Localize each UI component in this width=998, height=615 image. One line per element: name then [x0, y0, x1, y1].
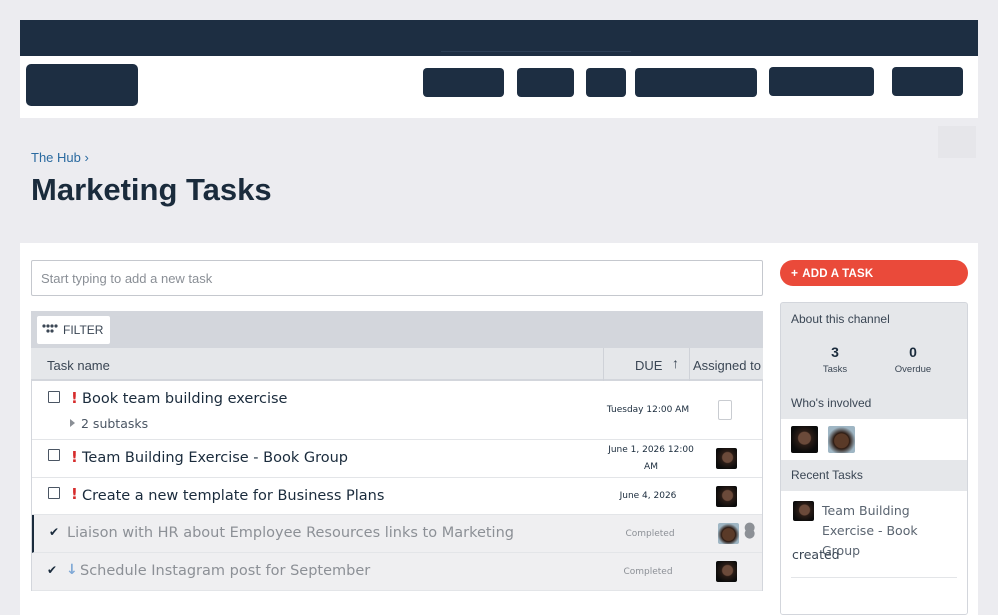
high-priority-icon: !	[71, 485, 78, 503]
nav-menu-item-3[interactable]	[586, 68, 626, 97]
completed-check-icon[interactable]: ✔	[47, 563, 57, 577]
completed-check-icon[interactable]: ✔	[49, 525, 59, 539]
column-header-task-name[interactable]: Task name	[47, 358, 110, 373]
nav-menu-item-4[interactable]	[635, 68, 757, 97]
stat-value: 3	[831, 344, 839, 360]
recent-task-action: created	[792, 547, 840, 562]
subtasks-count: 2 subtasks	[81, 416, 149, 431]
stat-overdue: 0 Overdue	[878, 344, 948, 375]
recent-tasks-title: Recent Tasks	[791, 468, 863, 482]
member-avatar[interactable]	[791, 426, 818, 453]
header-action-placeholder	[938, 126, 976, 158]
sort-arrow-up-icon: ↑	[672, 355, 679, 371]
task-row[interactable]: ! Create a new template for Business Pla…	[32, 478, 762, 515]
recent-task-avatar	[793, 501, 814, 521]
plus-icon: +	[791, 266, 799, 280]
column-header-assigned-to[interactable]: Assigned to	[693, 358, 761, 373]
member-avatar[interactable]	[828, 426, 855, 453]
stat-label: Overdue	[894, 364, 932, 375]
task-title[interactable]: Schedule Instagram post for September	[80, 563, 370, 579]
task-table-header: Task name DUE ↑ Assigned to	[31, 348, 763, 381]
recent-tasks-list: Team Building Exercise - Book Group crea…	[781, 491, 967, 614]
task-due-date: Completed	[623, 567, 673, 577]
low-priority-icon: ↓	[66, 562, 78, 578]
nav-menu-item-1[interactable]	[423, 68, 504, 97]
assignee-avatar[interactable]	[716, 486, 737, 507]
task-checkbox[interactable]	[48, 391, 60, 403]
filter-label: FILTER	[63, 323, 104, 337]
task-row[interactable]: ! Book team building exercise 2 subtasks…	[32, 381, 762, 440]
top-bar-center-placeholder	[441, 24, 631, 52]
divider	[791, 577, 957, 578]
site-logo[interactable]	[26, 64, 138, 106]
more-options-icon[interactable]: ● ●	[744, 521, 755, 540]
task-checkbox[interactable]	[48, 487, 60, 499]
filter-bar: FILTER	[31, 311, 763, 348]
task-due-date: June 1, 2026 12:00 AM	[608, 445, 694, 472]
column-header-due[interactable]: DUE ↑	[603, 348, 690, 381]
task-row-completed[interactable]: ✔ ↓ Schedule Instagram post for Septembe…	[32, 553, 762, 591]
recent-task-link[interactable]: Team Building Exercise - Book Group	[822, 501, 957, 561]
add-task-label: ADD A TASK	[802, 268, 874, 280]
nav-menu-item-6[interactable]	[892, 67, 963, 96]
task-title[interactable]: Team Building Exercise - Book Group	[82, 450, 348, 466]
about-channel-title: About this channel	[791, 312, 890, 326]
task-checkbox[interactable]	[48, 449, 60, 461]
channel-info-card: About this channel 3 Tasks 0 Overdue Who…	[780, 302, 968, 615]
new-task-input[interactable]	[31, 260, 763, 296]
assignee-avatar[interactable]	[716, 561, 737, 582]
task-row[interactable]: ! Team Building Exercise - Book Group Ju…	[32, 440, 762, 478]
main-navbar	[20, 56, 978, 118]
subtasks-toggle[interactable]: 2 subtasks	[70, 416, 148, 431]
assignee-avatar[interactable]	[718, 523, 739, 544]
expand-triangle-icon	[70, 419, 75, 427]
breadcrumb[interactable]: The Hub ›	[31, 150, 89, 165]
task-title[interactable]: Create a new template for Business Plans	[82, 488, 384, 504]
assignee-avatar[interactable]	[718, 400, 732, 420]
task-due-date: June 4, 2026	[619, 491, 677, 501]
assignee-avatar[interactable]	[716, 448, 737, 469]
high-priority-icon: !	[71, 389, 78, 407]
page-title: Marketing Tasks	[31, 172, 272, 207]
nav-menu-item-2[interactable]	[517, 68, 574, 97]
top-bar	[20, 20, 978, 56]
task-title[interactable]: Book team building exercise	[82, 391, 287, 407]
involved-members	[781, 419, 967, 460]
high-priority-icon: !	[71, 448, 78, 466]
stat-tasks: 3 Tasks	[800, 344, 870, 375]
task-row-completed[interactable]: ✔ Liaison with HR about Employee Resourc…	[32, 515, 762, 553]
stat-value: 0	[909, 344, 917, 360]
filter-dots-icon	[42, 324, 58, 333]
filter-button[interactable]: FILTER	[37, 316, 111, 344]
stat-label: Tasks	[822, 364, 848, 375]
task-due-date: Completed	[625, 529, 675, 539]
nav-menu-item-5[interactable]	[769, 67, 874, 96]
task-due-date: Tuesday 12:00 AM	[606, 405, 690, 415]
task-list: ! Book team building exercise 2 subtasks…	[31, 381, 763, 591]
add-task-button[interactable]: + ADD A TASK	[780, 260, 968, 286]
due-header-label: DUE	[635, 358, 663, 373]
task-title[interactable]: Liaison with HR about Employee Resources…	[67, 525, 514, 541]
whos-involved-title: Who's involved	[791, 396, 872, 410]
